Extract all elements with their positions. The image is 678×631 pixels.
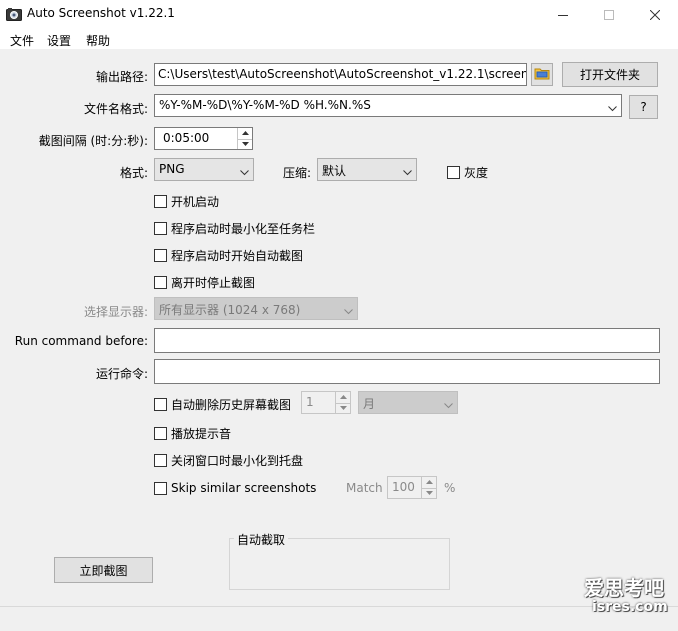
auto-delete-count-spinner[interactable]: 1 [301,391,351,414]
chevron-down-icon [608,101,617,115]
chevron-down-icon [403,165,412,179]
grayscale-checkbox[interactable]: 灰度 [447,164,488,181]
menu-file[interactable]: 文件 [10,32,34,49]
menu-bar: 文件 设置 帮助 [0,30,678,49]
format-label: 格式: [119,166,148,180]
minimize-to-tray-label: 关闭窗口时最小化到托盘 [171,454,304,468]
spin-up-icon[interactable] [336,392,350,403]
compression-value: 默认 [322,164,347,178]
window-title: Auto Screenshot v1.22.1 [27,6,175,20]
close-button[interactable] [632,0,678,30]
compression-label: 压缩: [283,166,312,180]
auto-delete-unit-combo[interactable]: 月 [358,391,458,414]
folder-icon [534,66,550,83]
play-sound-checkbox[interactable]: 播放提示音 [154,425,231,442]
capture-now-button[interactable]: 立即截图 [54,557,153,583]
spin-down-icon[interactable] [238,138,252,150]
maximize-button[interactable] [586,0,632,30]
stop-on-leave-checkbox[interactable]: 离开时停止截图 [154,274,255,291]
auto-delete-unit: 月 [363,397,376,411]
run-command-label: 运行命令: [95,367,148,381]
minimize-icon [558,10,568,20]
monitor-label: 选择显示器: [83,305,148,319]
spin-down-icon[interactable] [336,402,350,414]
interval-spinner[interactable]: 0:05:00 [154,127,253,150]
chevron-down-icon [344,304,353,318]
grayscale-label: 灰度 [464,166,489,180]
auto-delete-checkbox[interactable]: 自动删除历史屏幕截图 [154,396,291,413]
minimize-button[interactable] [540,0,586,30]
minimize-on-start-label: 程序启动时最小化至任务栏 [171,222,316,236]
run-before-label: Run command before: [14,334,148,348]
stop-on-leave-label: 离开时停止截图 [171,276,256,290]
auto-capture-group-title: 自动截取 [234,531,289,548]
format-value: PNG [159,162,185,176]
compression-combo[interactable]: 默认 [317,158,417,181]
run-before-input[interactable] [154,328,660,353]
match-percent: % [444,481,456,495]
menu-help[interactable]: 帮助 [86,32,110,49]
output-path-input[interactable]: C:\Users\test\AutoScreenshot\AutoScreens… [154,63,527,86]
interval-label: 截图间隔 (时:分:秒): [38,134,148,148]
match-value: 100 [392,480,415,494]
capture-on-start-label: 程序启动时开始自动截图 [171,249,304,263]
auto-delete-label: 自动删除历史屏幕截图 [171,398,292,412]
filename-format-combo[interactable]: %Y-%M-%D\%Y-%M-%D %H.%N.%S [154,94,622,117]
bottom-divider [0,606,678,607]
spin-down-icon[interactable] [422,487,436,499]
browse-folder-button[interactable] [531,63,553,86]
auto-delete-count: 1 [306,395,314,409]
capture-on-start-checkbox[interactable]: 程序启动时开始自动截图 [154,247,303,264]
autostart-label: 开机启动 [171,195,220,209]
autostart-checkbox[interactable]: 开机启动 [154,193,219,210]
close-icon [650,10,660,20]
skip-similar-label: Skip similar screenshots [171,481,317,495]
match-label: Match [346,481,383,495]
monitor-value: 所有显示器 (1024 x 768) [159,303,301,317]
spin-up-icon[interactable] [238,128,252,139]
monitor-combo[interactable]: 所有显示器 (1024 x 768) [154,297,358,320]
minimize-to-tray-checkbox[interactable]: 关闭窗口时最小化到托盘 [154,452,303,469]
maximize-icon [604,10,614,20]
skip-similar-checkbox[interactable]: Skip similar screenshots [154,481,316,495]
match-spinner[interactable]: 100 [387,476,437,499]
menu-settings[interactable]: 设置 [47,32,71,49]
watermark-title: 爱思考吧 [584,576,664,600]
watermark-url: isres.com [592,599,668,615]
format-combo[interactable]: PNG [154,158,254,181]
run-command-input[interactable] [154,359,660,384]
chevron-down-icon [240,165,249,179]
title-bar: Auto Screenshot v1.22.1 [0,0,678,30]
camera-icon [6,7,22,21]
output-path-label: 输出路径: [95,70,148,84]
filename-format-label: 文件名格式: [83,102,148,116]
filename-format-value: %Y-%M-%D\%Y-%M-%D %H.%N.%S [159,98,371,112]
minimize-on-start-checkbox[interactable]: 程序启动时最小化至任务栏 [154,220,315,237]
play-sound-label: 播放提示音 [171,427,232,441]
filename-help-button[interactable]: ? [629,95,658,119]
open-folder-button[interactable]: 打开文件夹 [562,62,658,87]
spin-up-icon[interactable] [422,477,436,488]
chevron-down-icon [444,398,453,412]
interval-value: 0:05:00 [163,131,210,145]
